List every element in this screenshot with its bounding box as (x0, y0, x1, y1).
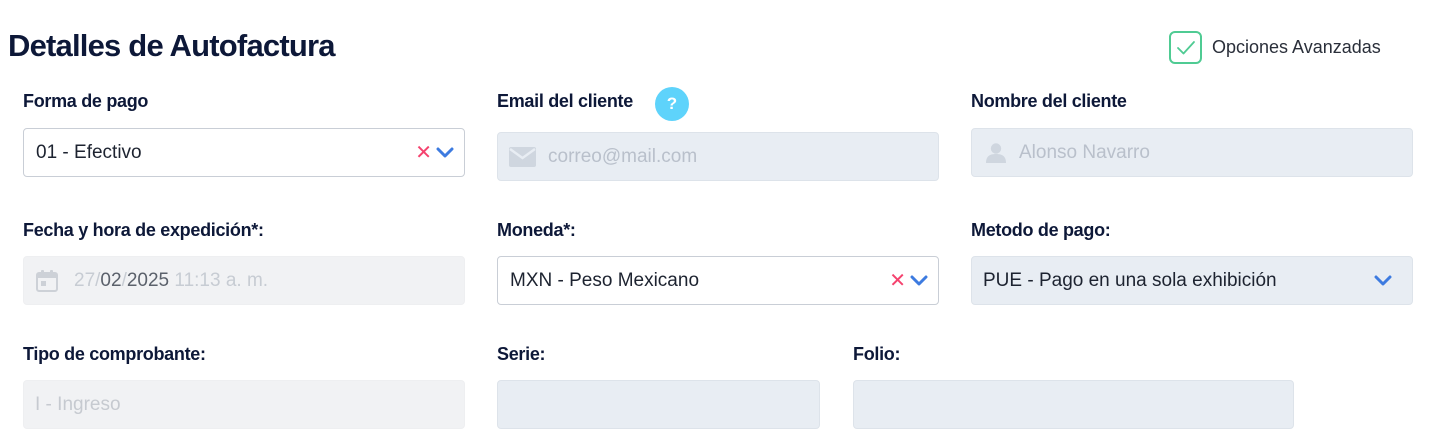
series-label: Serie: (497, 344, 546, 364)
issue-date-field[interactable]: 27/02/2025 11:13 a. m. (23, 256, 465, 305)
currency-select[interactable]: MXN - Peso Mexicano ✕ (497, 256, 939, 305)
client-name-field[interactable]: Alonso Navarro (971, 128, 1413, 177)
folio-label: Folio: (853, 344, 901, 364)
currency-label: Moneda*: (497, 220, 576, 240)
chevron-down-icon[interactable] (1374, 275, 1392, 287)
help-icon[interactable]: ? (655, 87, 689, 121)
client-email-field[interactable]: correo@mail.com (497, 132, 939, 181)
client-email-label: Email del cliente (497, 91, 633, 111)
series-input[interactable] (497, 380, 820, 429)
clear-icon[interactable]: ✕ (415, 143, 432, 163)
receipt-type-field[interactable]: I - Ingreso (23, 380, 465, 429)
page-title: Detalles de Autofactura (8, 28, 336, 63)
issue-date-time: 11:13 a. m. (174, 269, 269, 291)
client-email-placeholder: correo@mail.com (548, 145, 698, 167)
payment-form-value: 01 - Efectivo (36, 141, 142, 163)
clear-icon[interactable]: ✕ (889, 271, 906, 291)
envelope-icon (509, 146, 536, 167)
issue-date-day: 27 (74, 269, 96, 291)
issue-date-month: 02 (100, 269, 122, 291)
payment-method-value: PUE - Pago en una sola exhibición (983, 269, 1277, 291)
payment-form-label: Forma de pago (23, 91, 149, 111)
advanced-options-toggle[interactable]: Opciones Avanzadas (1169, 31, 1381, 64)
issue-date-year: 2025 (126, 269, 170, 291)
calendar-icon (36, 269, 58, 292)
chevron-down-icon[interactable] (910, 275, 928, 287)
check-icon (1176, 40, 1195, 54)
payment-method-label: Metodo de pago: (971, 220, 1111, 240)
payment-form-select[interactable]: 01 - Efectivo ✕ (23, 128, 465, 177)
advanced-options-label: Opciones Avanzadas (1212, 37, 1381, 57)
issue-date-label: Fecha y hora de expedición*: (23, 220, 264, 240)
user-icon (985, 142, 1007, 164)
folio-input[interactable] (853, 380, 1294, 429)
receipt-type-value: I - Ingreso (35, 393, 121, 415)
client-name-label: Nombre del cliente (971, 91, 1127, 111)
receipt-type-label: Tipo de comprobante: (23, 344, 206, 364)
advanced-options-checkbox[interactable] (1169, 31, 1202, 64)
client-name-placeholder: Alonso Navarro (1019, 141, 1150, 163)
chevron-down-icon[interactable] (436, 147, 454, 159)
currency-value: MXN - Peso Mexicano (510, 269, 700, 291)
payment-method-select[interactable]: PUE - Pago en una sola exhibición (971, 256, 1413, 305)
